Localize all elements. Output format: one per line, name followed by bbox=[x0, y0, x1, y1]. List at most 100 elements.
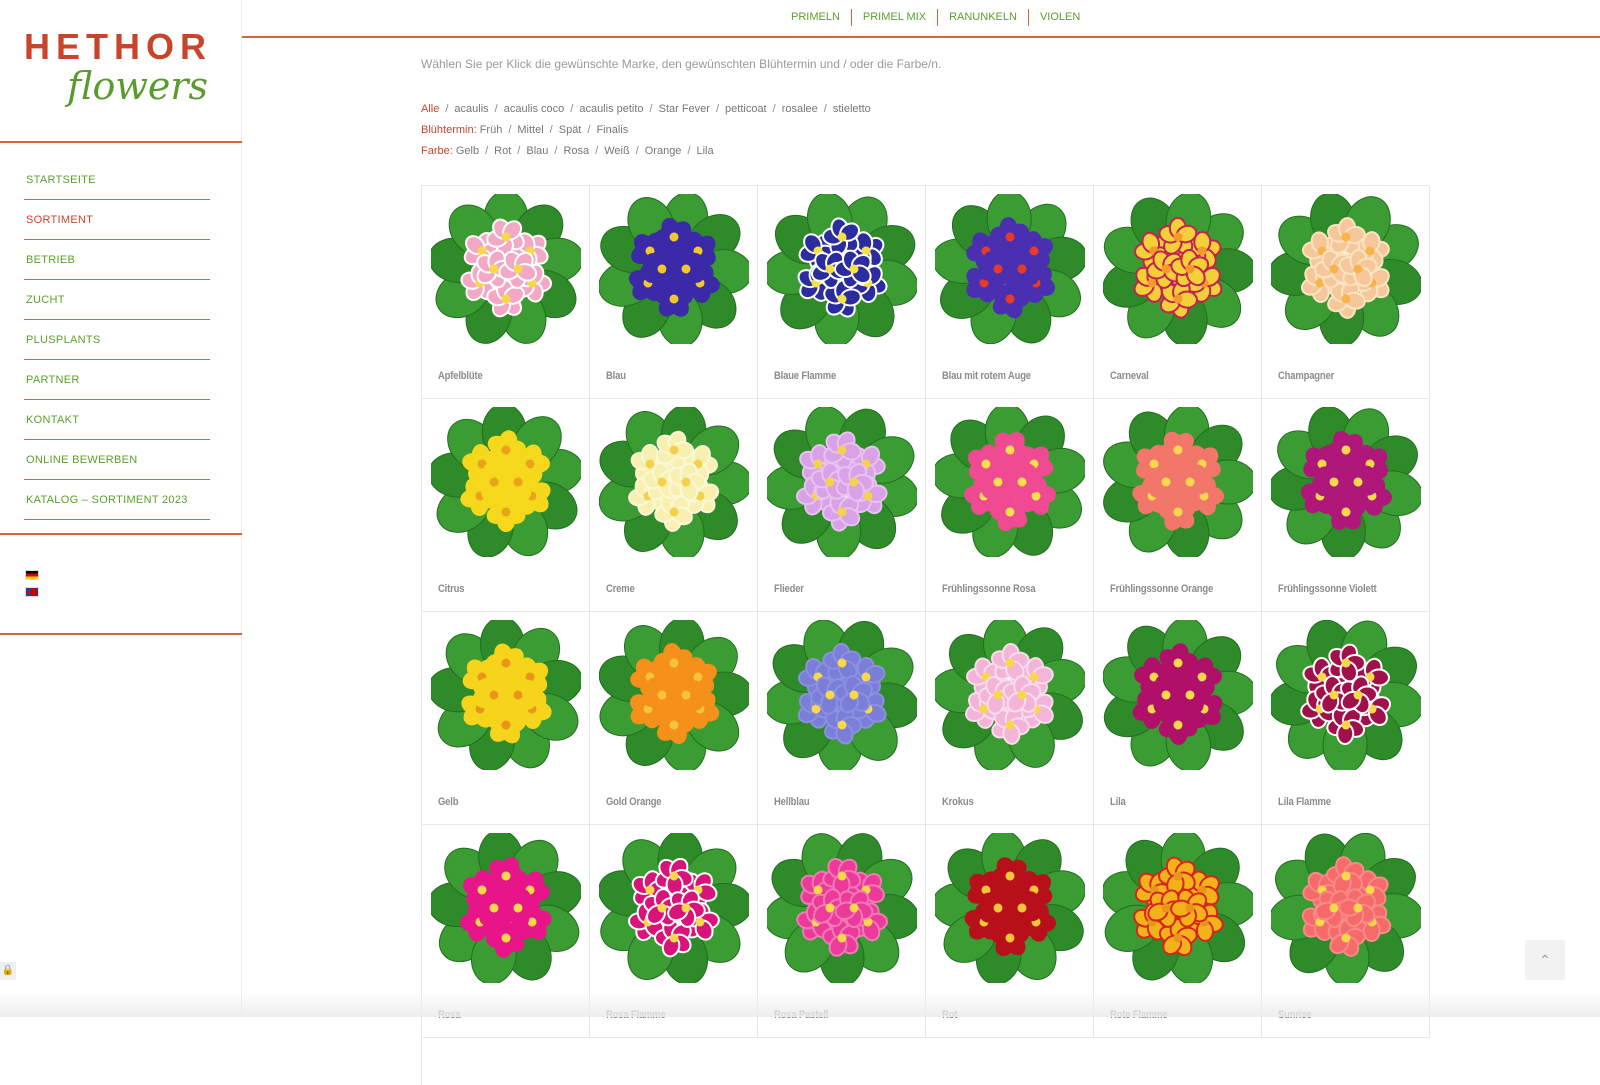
product-card[interactable]: Gelb bbox=[422, 612, 590, 825]
product-name: Frühlingssonne Orange bbox=[1110, 583, 1214, 595]
primrose-image bbox=[767, 620, 917, 770]
subnav-primeln[interactable]: PRIMELN bbox=[780, 9, 852, 26]
nav-item-kontakt[interactable]: KONTAKT bbox=[24, 400, 210, 440]
primrose-image bbox=[1271, 194, 1421, 344]
lock-icon[interactable]: 🔒 bbox=[0, 962, 16, 980]
color-filter-option[interactable]: Blau bbox=[526, 145, 548, 157]
product-card[interactable]: Blau bbox=[590, 186, 758, 399]
primrose-image bbox=[599, 833, 749, 983]
nav-item-betrieb[interactable]: BETRIEB bbox=[24, 240, 210, 280]
bloom-filter-option[interactable]: Mittel bbox=[517, 124, 543, 136]
color-filter-option[interactable]: Gelb bbox=[456, 145, 479, 157]
brand-filter-option[interactable]: rosalee bbox=[782, 103, 818, 115]
nav-item-zucht[interactable]: ZUCHT bbox=[24, 280, 210, 320]
brand-filter-option[interactable]: acaulis bbox=[454, 103, 488, 115]
product-card[interactable]: Frühlingssonne Rosa bbox=[926, 399, 1094, 612]
filter-separator: / bbox=[635, 145, 639, 157]
nav-item-sortiment[interactable]: SORTIMENT bbox=[24, 200, 210, 240]
filter-separator: / bbox=[772, 103, 776, 115]
primrose-image bbox=[431, 833, 581, 983]
nav-item-online-bewerben[interactable]: ONLINE BEWERBEN bbox=[24, 440, 210, 480]
primrose-image bbox=[935, 833, 1085, 983]
product-card[interactable]: Rot bbox=[926, 825, 1094, 1038]
subnav-ranunkeln[interactable]: RANUNKELN bbox=[938, 9, 1029, 26]
subnav-primel-mix[interactable]: PRIMEL MIX bbox=[852, 9, 939, 26]
product-card[interactable]: Carneval bbox=[1094, 186, 1262, 399]
brand-filter-option[interactable]: stieletto bbox=[833, 103, 871, 115]
product-card[interactable]: Frühlingssonne Orange bbox=[1094, 399, 1262, 612]
main-nav: STARTSEITE SORTIMENT BETRIEB ZUCHT PLUSPLANT… bbox=[24, 160, 210, 520]
product-name: Blau bbox=[606, 370, 626, 382]
product-card[interactable]: Gold Orange bbox=[590, 612, 758, 825]
product-card[interactable]: Lila bbox=[1094, 612, 1262, 825]
product-card[interactable]: Flieder bbox=[758, 399, 926, 612]
brand-filter-option[interactable]: Alle bbox=[421, 103, 439, 115]
product-card[interactable]: Frühlingssonne Violett bbox=[1262, 399, 1430, 612]
color-filter-option[interactable]: Rosa bbox=[563, 145, 589, 157]
product-card[interactable]: Citrus bbox=[422, 399, 590, 612]
color-filter: Farbe: Gelb / Rot / Blau / Rosa / Weiß / Orange / Li… bbox=[421, 145, 714, 157]
logo-brand: HETHOR bbox=[24, 26, 212, 67]
primrose-image bbox=[935, 194, 1085, 344]
product-card[interactable]: Rosa Pastell bbox=[758, 825, 926, 1038]
german-flag-icon[interactable] bbox=[25, 570, 39, 580]
sidebar-divider bbox=[0, 141, 242, 143]
primrose-image bbox=[431, 407, 581, 557]
primrose-image bbox=[431, 620, 581, 770]
product-card[interactable]: Lila Flamme bbox=[1262, 612, 1430, 825]
product-card[interactable]: Krokus bbox=[926, 612, 1094, 825]
product-name: Apfelblüte bbox=[438, 370, 483, 382]
product-card[interactable]: Rote Flamme bbox=[1094, 825, 1262, 1038]
primrose-image bbox=[935, 407, 1085, 557]
product-card[interactable]: Blau mit rotem Auge bbox=[926, 186, 1094, 399]
product-name: Lila Flamme bbox=[1278, 796, 1331, 808]
nav-item-partner[interactable]: PARTNER bbox=[24, 360, 210, 400]
bloom-filter-option[interactable]: Finalis bbox=[596, 124, 628, 136]
product-name: Sunrise bbox=[1278, 1009, 1312, 1021]
nav-item-plusplants[interactable]: PLUSPLANTS bbox=[24, 320, 210, 360]
product-name: Blau mit rotem Auge bbox=[942, 370, 1031, 382]
color-filter-option[interactable]: Lila bbox=[697, 145, 714, 157]
primrose-image bbox=[599, 620, 749, 770]
scroll-to-top-button[interactable]: ⌃ bbox=[1525, 940, 1565, 980]
brand-filter-option[interactable]: acaulis coco bbox=[504, 103, 565, 115]
product-name: Citrus bbox=[438, 583, 465, 595]
product-card[interactable]: Blaue Flamme bbox=[758, 186, 926, 399]
product-card[interactable]: Hellblau bbox=[758, 612, 926, 825]
bloom-filter-option[interactable]: Früh bbox=[480, 124, 503, 136]
product-name: Flieder bbox=[774, 583, 804, 595]
product-name: Rosa Pastell bbox=[774, 1009, 829, 1021]
nav-item-katalog-sortiment-2023[interactable]: KATALOG – SORTIMENT 2023 bbox=[24, 480, 210, 520]
primrose-image bbox=[767, 194, 917, 344]
product-name: Champagner bbox=[1278, 370, 1335, 382]
color-filter-option[interactable]: Weiß bbox=[604, 145, 629, 157]
filter-separator: / bbox=[517, 145, 521, 157]
hethor-logo[interactable]: HETHOR flowers bbox=[24, 26, 212, 116]
bloom-filter-label: Blühtermin: bbox=[421, 124, 477, 136]
product-name: Hellblau bbox=[774, 796, 810, 808]
primrose-image bbox=[431, 194, 581, 344]
product-name: Lila bbox=[1110, 796, 1126, 808]
product-card[interactable]: Rosa bbox=[422, 825, 590, 1038]
brand-filter: Alle / acaulis / acaulis coco / acaulis petito… bbox=[421, 103, 871, 115]
nav-item-startseite[interactable]: STARTSEITE bbox=[24, 160, 210, 200]
sidebar-divider bbox=[0, 633, 242, 635]
product-card[interactable]: Creme bbox=[590, 399, 758, 612]
product-card[interactable]: Sunrise bbox=[1262, 825, 1430, 1038]
product-card[interactable]: Apfelblüte bbox=[422, 186, 590, 399]
english-flag-icon[interactable] bbox=[25, 587, 39, 597]
color-filter-option[interactable]: Rot bbox=[494, 145, 511, 157]
brand-filter-option[interactable]: acaulis petito bbox=[579, 103, 643, 115]
bloom-filter-option[interactable]: Spät bbox=[559, 124, 582, 136]
product-card[interactable]: Champagner bbox=[1262, 186, 1430, 399]
product-name: Rot bbox=[942, 1009, 958, 1021]
product-card[interactable]: Rosa Flamme bbox=[590, 825, 758, 1038]
primrose-image bbox=[767, 833, 917, 983]
product-name: Gelb bbox=[438, 796, 459, 808]
subnav-violen[interactable]: VIOLEN bbox=[1029, 9, 1091, 26]
brand-filter-option[interactable]: petticoat bbox=[725, 103, 767, 115]
brand-filter-option[interactable]: Star Fever bbox=[659, 103, 710, 115]
primrose-image bbox=[767, 407, 917, 557]
filter-separator: / bbox=[649, 103, 653, 115]
color-filter-option[interactable]: Orange bbox=[645, 145, 682, 157]
